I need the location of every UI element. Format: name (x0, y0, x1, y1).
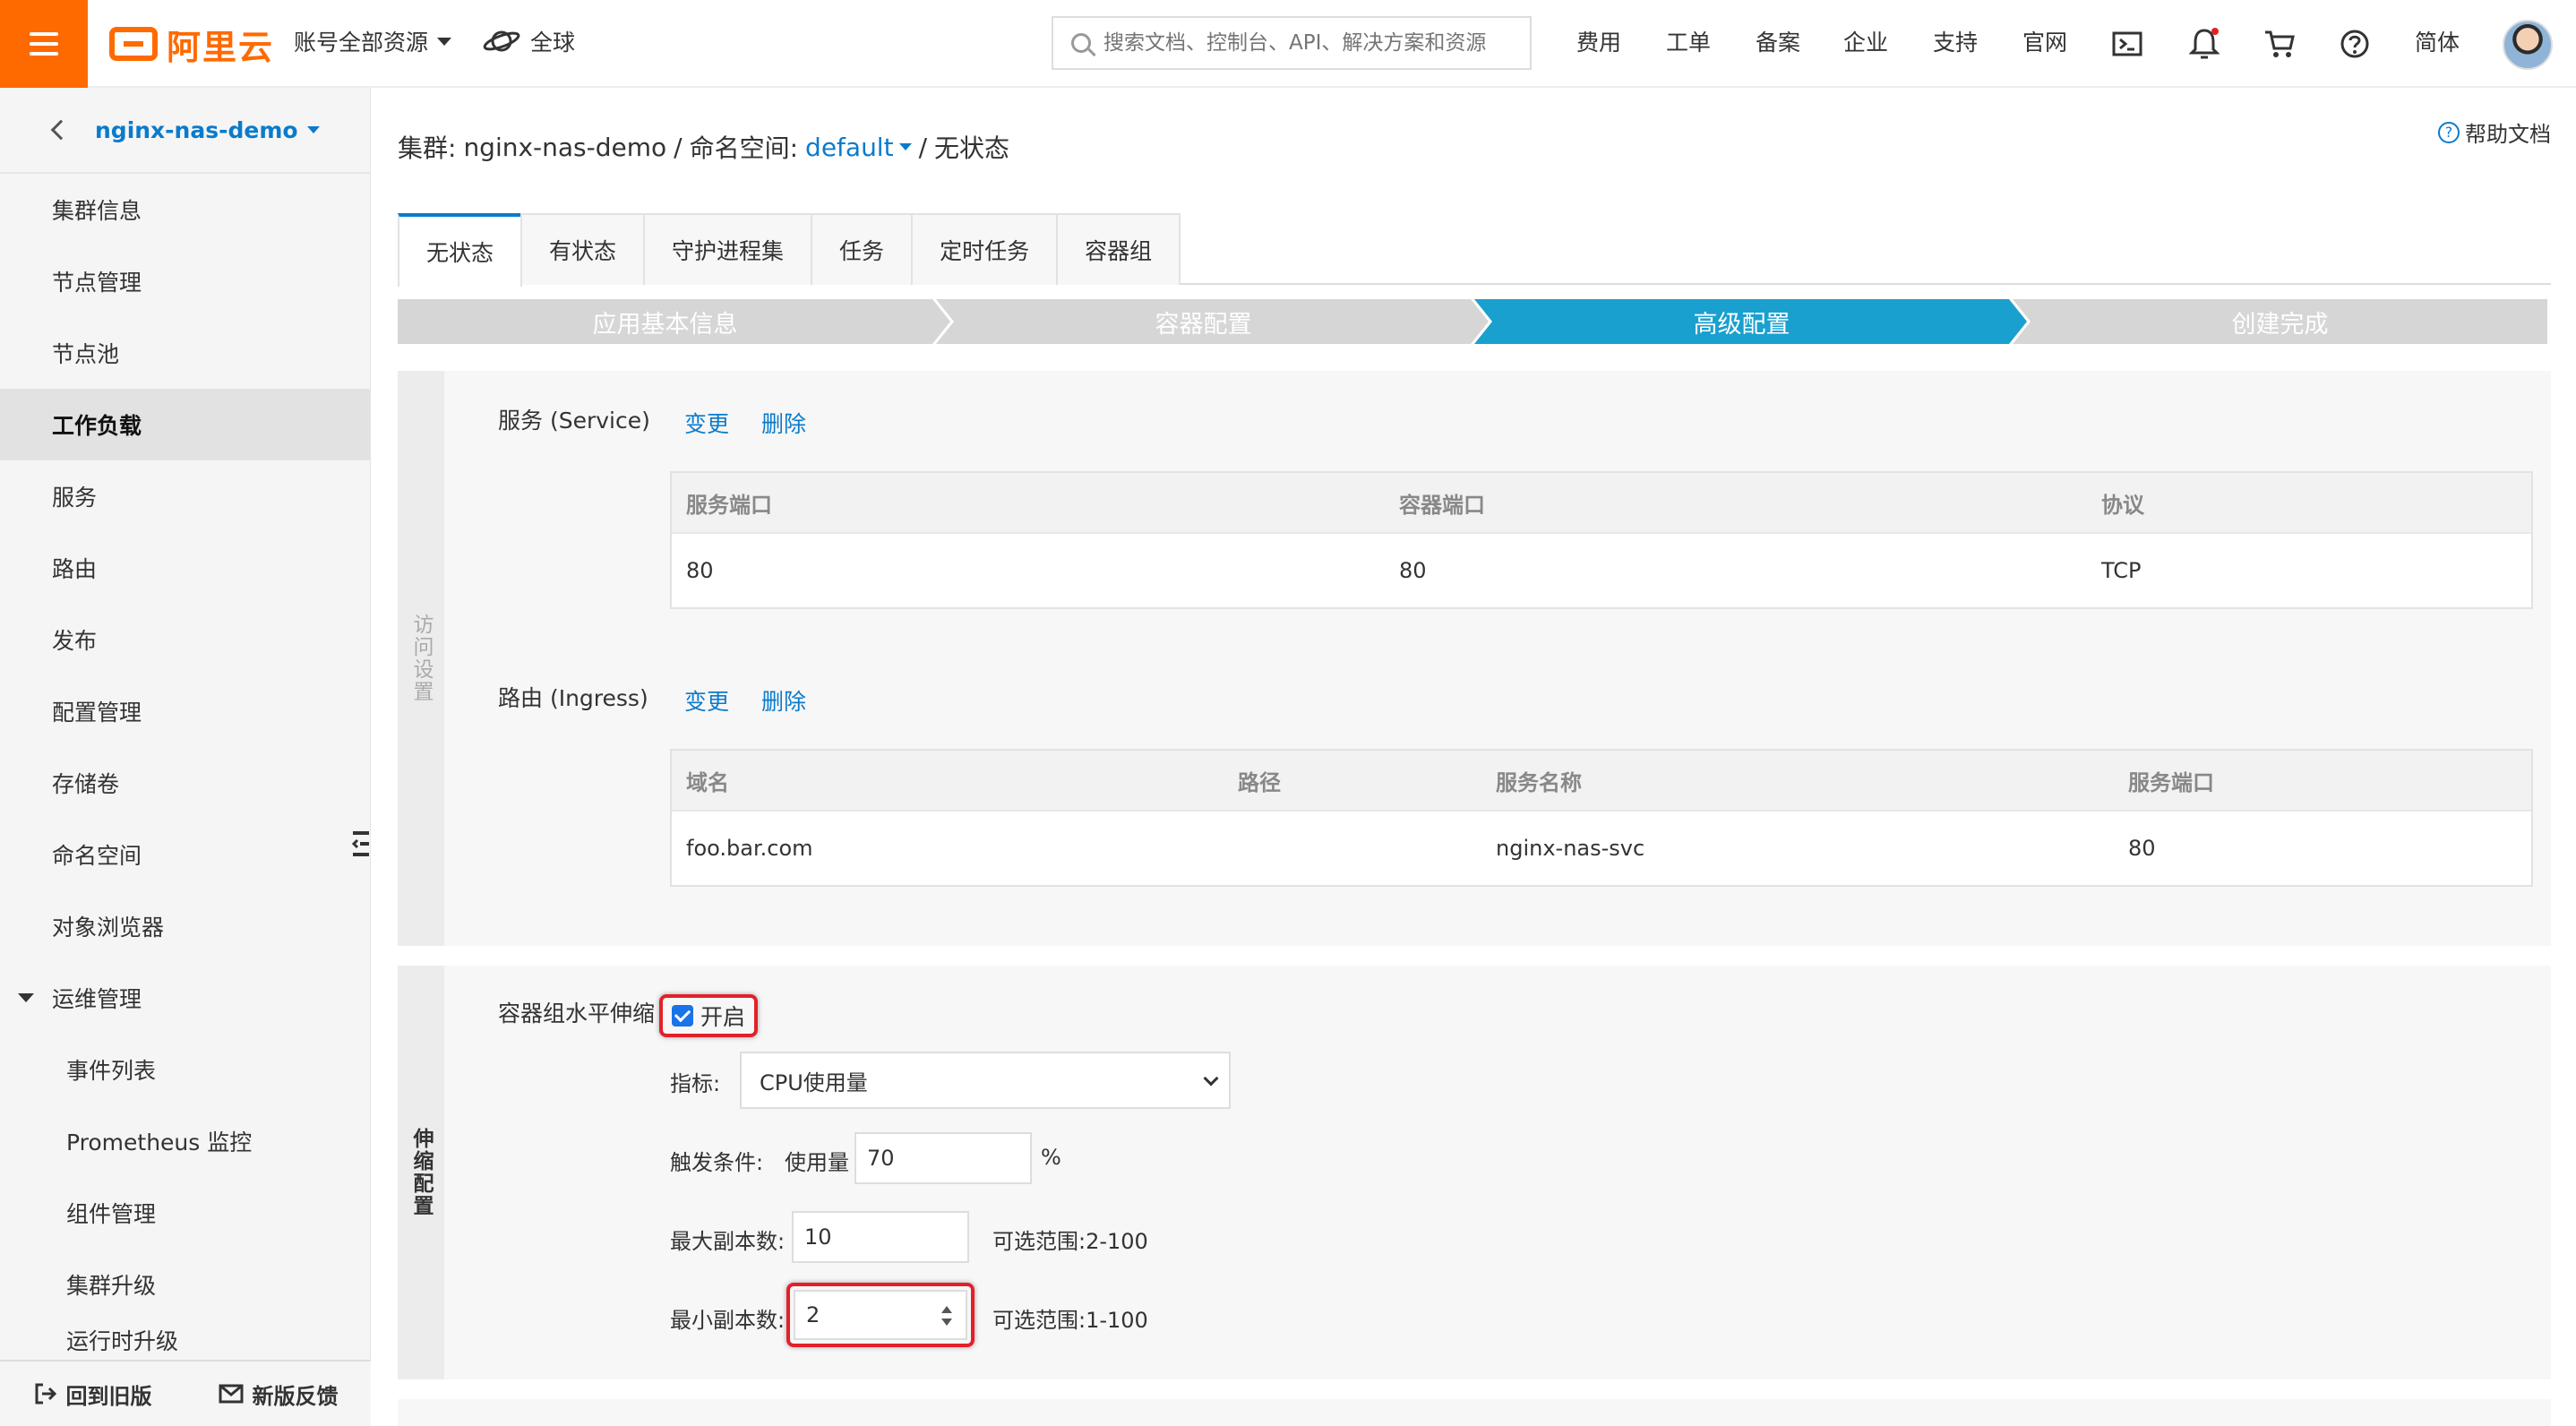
access-settings-section: 访问设置 服务 (Service) 变更 删除 服务端口 容器端口 协议 80 … (398, 371, 2551, 946)
breadcrumb-cluster[interactable]: nginx-nas-demo (463, 133, 666, 162)
back-arrow-icon[interactable] (50, 119, 72, 141)
bell-icon[interactable] (2187, 27, 2221, 61)
step-basic-info: 应用基本信息 (398, 299, 950, 344)
sidebar-header: nginx-nas-demo (0, 88, 370, 174)
workload-tabs: 无状态 有状态 守护进程集 任务 定时任务 容器组 (398, 213, 2551, 287)
chevron-down-icon (306, 126, 320, 133)
tab-pods[interactable]: 容器组 (1056, 213, 1181, 285)
chevron-down-icon (437, 37, 452, 46)
service-table: 服务端口 容器端口 协议 80 80 TCP (670, 471, 2533, 609)
sidebar-item-node-pools[interactable]: 节点池 (0, 317, 370, 389)
feedback-button[interactable]: 新版反馈 (185, 1379, 371, 1410)
hpa-title: 容器组水平伸缩 (498, 1001, 656, 1027)
section-label: 访问设置 (398, 371, 444, 946)
user-avatar[interactable] (2503, 20, 2553, 70)
terminal-icon[interactable] (2110, 27, 2144, 61)
cart-icon[interactable] (2263, 27, 2297, 61)
global-search[interactable] (1052, 16, 1532, 70)
table-row: foo.bar.com nginx-nas-svc 80 (686, 836, 2156, 861)
chevron-down-icon (1203, 1070, 1219, 1087)
max-range-hint: 可选范围:2-100 (992, 1229, 1148, 1254)
tab-daemonset[interactable]: 守护进程集 (643, 213, 813, 285)
sidebar-item-prometheus[interactable]: Prometheus 监控 (0, 1105, 370, 1177)
search-icon (1071, 33, 1091, 53)
checkbox-checked-icon (672, 1005, 693, 1027)
stepper-arrows-icon[interactable] (940, 1304, 953, 1327)
sidebar-item-release[interactable]: 发布 (0, 604, 370, 675)
mail-icon (219, 1384, 243, 1404)
back-to-old-version-button[interactable]: 回到旧版 (0, 1379, 185, 1410)
help-docs-link[interactable]: ? 帮助文档 (2438, 116, 2551, 148)
sidebar-footer: 回到旧版 新版反馈 (0, 1360, 371, 1426)
cluster-switcher[interactable]: nginx-nas-demo (95, 117, 320, 143)
sidebar-item-addons[interactable]: 组件管理 (0, 1177, 370, 1249)
sidebar-item-config[interactable]: 配置管理 (0, 675, 370, 747)
exit-icon (35, 1383, 56, 1405)
sidebar-collapse-icon[interactable] (351, 829, 371, 858)
tab-statefulset[interactable]: 有状态 (520, 213, 646, 285)
sidebar-item-namespaces[interactable]: 命名空间 (0, 819, 370, 890)
nav-tickets[interactable]: 工单 (1666, 25, 1711, 57)
sidebar-group-operations[interactable]: 运维管理 (0, 962, 370, 1034)
breadcrumb: 集群: nginx-nas-demo / 命名空间: default / 无状态 (398, 129, 1009, 165)
namespace-dropdown[interactable]: default (805, 133, 912, 162)
nav-enterprise[interactable]: 企业 (1843, 25, 1888, 57)
question-icon: ? (2438, 121, 2460, 143)
nav-support[interactable]: 支持 (1933, 25, 1978, 57)
step-done: 创建完成 (2013, 299, 2547, 344)
sidebar-item-ingress[interactable]: 路由 (0, 532, 370, 604)
step-container-config: 容器配置 (936, 299, 1489, 344)
section-label: 伸缩配置 (398, 966, 444, 1379)
nav-official-site[interactable]: 官网 (2022, 25, 2067, 57)
scaling-section: 伸缩配置 容器组水平伸缩 开启 指标: CPU使用量 触发条件: 使用量 70 … (398, 966, 2551, 1379)
ingress-title: 路由 (Ingress) (498, 685, 648, 711)
service-title: 服务 (Service) (498, 408, 650, 434)
expand-triangle-icon (18, 993, 34, 1002)
max-replicas-input[interactable]: 10 (792, 1211, 969, 1263)
service-delete-link[interactable]: 删除 (761, 407, 806, 439)
min-replicas-input[interactable]: 2 (794, 1290, 967, 1340)
ingress-change-link[interactable]: 变更 (684, 684, 729, 717)
breadcrumb-current: 无状态 (934, 133, 1010, 163)
tab-cronjob[interactable]: 定时任务 (911, 213, 1059, 285)
sidebar-item-runtime-upgrade[interactable]: 运行时升级 (0, 1320, 370, 1356)
help-circle-icon[interactable] (2338, 27, 2372, 61)
sidebar-item-cluster-info[interactable]: 集群信息 (0, 174, 370, 245)
account-resources-dropdown[interactable]: 账号全部资源 (294, 25, 452, 57)
top-bar: 阿里云 账号全部资源 全球 费用 工单 备案 企业 支持 官网 简体 (0, 0, 2576, 88)
table-header: 服务端口 容器端口 协议 (672, 473, 2531, 534)
planet-icon (483, 30, 520, 52)
metric-select[interactable]: CPU使用量 (740, 1052, 1231, 1109)
logo-mark-icon (109, 27, 158, 61)
step-advanced-config: 高级配置 (1474, 299, 2027, 344)
sidebar-item-events[interactable]: 事件列表 (0, 1034, 370, 1105)
table-header: 域名 路径 服务名称 服务端口 (672, 751, 2531, 812)
nav-fees[interactable]: 费用 (1576, 25, 1621, 57)
tab-job[interactable]: 任务 (811, 213, 914, 285)
chevron-down-icon (898, 143, 912, 150)
min-range-hint: 可选范围:1-100 (992, 1308, 1148, 1333)
hpa-enable-checkbox[interactable]: 开启 (659, 994, 758, 1037)
table-row: 80 80 TCP (686, 558, 2142, 583)
sidebar-item-cluster-upgrade[interactable]: 集群升级 (0, 1249, 370, 1320)
region-selector[interactable]: 全球 (482, 25, 575, 57)
hamburger-menu-icon[interactable] (0, 0, 88, 88)
sidebar-item-services[interactable]: 服务 (0, 460, 370, 532)
ingress-table: 域名 路径 服务名称 服务端口 foo.bar.com nginx-nas-sv… (670, 749, 2533, 887)
wizard-steps: 应用基本信息 容器配置 高级配置 创建完成 (398, 299, 2551, 344)
language-switch[interactable]: 简体 (2415, 25, 2460, 57)
ingress-delete-link[interactable]: 删除 (761, 684, 806, 717)
tab-deployment[interactable]: 无状态 (398, 213, 523, 287)
sidebar-item-nodes[interactable]: 节点管理 (0, 245, 370, 317)
nav-icp[interactable]: 备案 (1756, 25, 1800, 57)
sidebar: nginx-nas-demo 集群信息 节点管理 节点池 工作负载 服务 路由 … (0, 88, 371, 1426)
search-input[interactable] (1103, 31, 1516, 55)
sidebar-item-object-browser[interactable]: 对象浏览器 (0, 890, 370, 962)
sidebar-item-workloads[interactable]: 工作负载 (0, 389, 370, 460)
cpu-usage-input[interactable]: 70 (854, 1132, 1032, 1184)
sidebar-item-volumes[interactable]: 存储卷 (0, 747, 370, 819)
service-change-link[interactable]: 变更 (684, 407, 729, 439)
aliyun-logo[interactable]: 阿里云 (109, 20, 274, 68)
next-section-edge (398, 1399, 2551, 1426)
